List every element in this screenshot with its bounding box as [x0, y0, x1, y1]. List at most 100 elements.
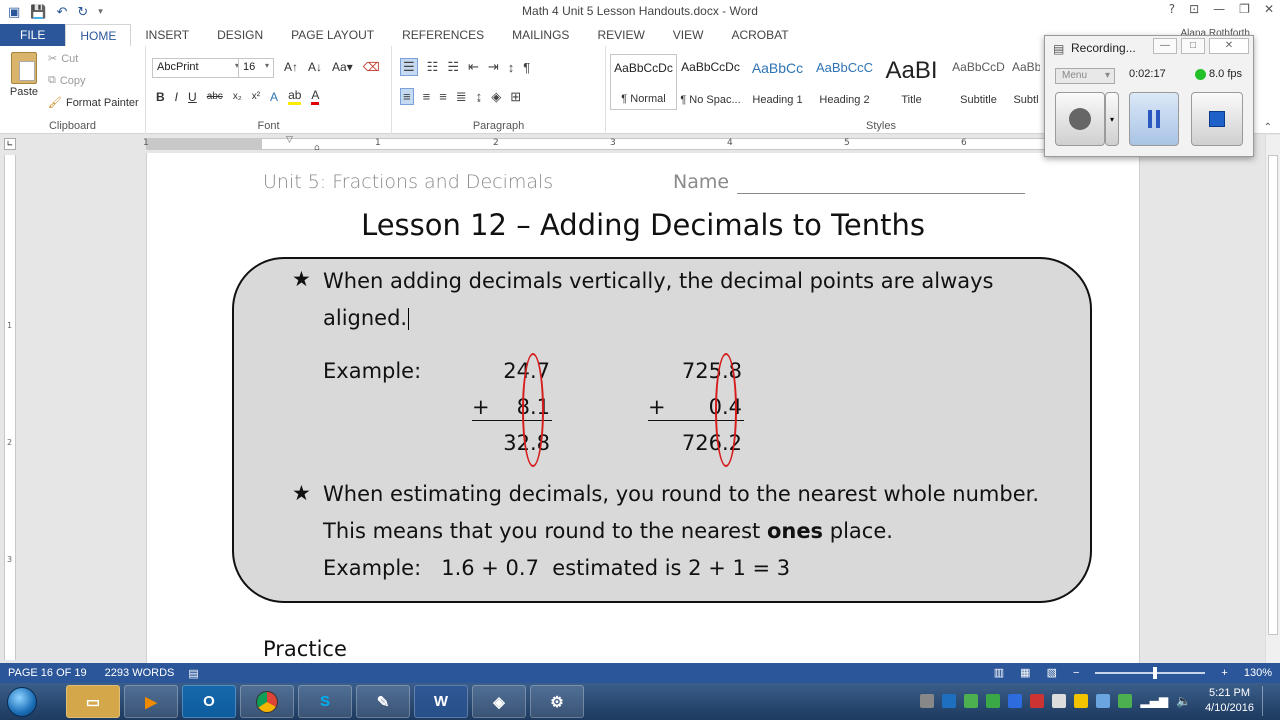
bluetooth-icon[interactable] — [1008, 694, 1023, 708]
pilcrow-icon[interactable]: ¶ — [523, 60, 530, 75]
cut-button[interactable]: ✂ Cut — [48, 52, 78, 66]
align-right-icon[interactable]: ≡ — [439, 89, 447, 104]
tray-icon[interactable] — [1118, 694, 1133, 708]
restore-icon[interactable]: ❐ — [1239, 2, 1250, 16]
tray-icon[interactable] — [942, 694, 957, 708]
zoom-level[interactable]: 130% — [1244, 667, 1272, 679]
tab-review[interactable]: REVIEW — [583, 24, 658, 46]
read-mode-icon[interactable]: ▥ — [994, 666, 1004, 679]
page-count[interactable]: PAGE 16 OF 19 — [8, 667, 87, 679]
volume-icon[interactable]: 🔈 — [1176, 694, 1191, 708]
help-icon[interactable]: ? — [1169, 2, 1175, 16]
tab-insert[interactable]: INSERT — [131, 24, 203, 46]
word-count[interactable]: 2293 WORDS — [105, 667, 175, 679]
record-button[interactable] — [1055, 92, 1105, 146]
italic-icon[interactable]: I — [175, 90, 178, 104]
document-page[interactable]: Unit 5: Fractions and Decimals Name Less… — [146, 153, 1140, 663]
tray-icon[interactable] — [1074, 694, 1089, 708]
tab-page-layout[interactable]: PAGE LAYOUT — [277, 24, 388, 46]
notepad-icon[interactable]: ✎ — [356, 685, 410, 718]
grow-font-icon[interactable]: A↑ — [284, 60, 298, 74]
increase-indent-icon[interactable]: ⇥ — [488, 59, 499, 75]
bullets-icon[interactable]: ☰ — [400, 58, 418, 76]
clock[interactable]: 5:21 PM 4/10/2016 — [1205, 686, 1254, 716]
ribbon-display-icon[interactable]: ⊡ — [1189, 2, 1199, 16]
style-heading-1[interactable]: AaBbCc Heading 1 — [744, 54, 811, 110]
skype-icon[interactable]: S — [298, 685, 352, 718]
outlook-icon[interactable]: O — [182, 685, 236, 718]
zoom-knob[interactable] — [1153, 666, 1158, 679]
highlight-icon[interactable]: ab — [288, 88, 302, 105]
zoom-out-icon[interactable]: − — [1073, 667, 1079, 679]
maximize-icon[interactable]: □ — [1181, 38, 1205, 54]
media-player-icon[interactable]: ▶ — [124, 685, 178, 718]
decrease-indent-icon[interactable]: ⇤ — [468, 59, 479, 75]
underline-icon[interactable]: U — [188, 90, 197, 104]
tray-icon[interactable] — [1096, 694, 1111, 708]
tab-references[interactable]: REFERENCES — [388, 24, 498, 46]
style-heading-2[interactable]: AaBbCcC Heading 2 — [811, 54, 878, 110]
minimize-icon[interactable]: — — [1213, 2, 1225, 16]
style-title[interactable]: AaBI Title — [878, 54, 945, 110]
change-case-icon[interactable]: Aa▾ — [332, 60, 353, 74]
record-options-button[interactable]: ▾ — [1105, 92, 1119, 146]
tray-icon[interactable] — [986, 694, 1001, 708]
collapse-ribbon-icon[interactable]: ⌃ — [1264, 122, 1272, 133]
word-taskbar-icon[interactable]: W — [414, 685, 468, 718]
scrollbar-thumb[interactable] — [1268, 155, 1278, 635]
tab-selector-icon[interactable]: ∟ — [4, 138, 16, 150]
zoom-slider[interactable] — [1095, 666, 1206, 679]
justify-icon[interactable]: ≣ — [456, 89, 467, 105]
tab-acrobat[interactable]: ACROBAT — [717, 24, 802, 46]
horizontal-ruler[interactable]: 1 1 2 3 4 5 6 ▽ ⌂ — [143, 135, 1136, 153]
borders-icon[interactable]: ⊞ — [510, 89, 521, 105]
tab-home[interactable]: HOME — [65, 24, 132, 46]
vertical-scrollbar[interactable] — [1265, 135, 1280, 663]
close-icon[interactable]: ✕ — [1209, 38, 1249, 54]
tab-file[interactable]: FILE — [0, 24, 66, 46]
style-subtitle[interactable]: AaBbCcD Subtitle — [945, 54, 1012, 110]
recorder-taskbar-icon[interactable]: ⚙ — [530, 685, 584, 718]
print-layout-icon[interactable]: ▦ — [1020, 666, 1030, 679]
tray-icon[interactable] — [1030, 694, 1045, 708]
style-normal[interactable]: AaBbCcDc ¶ Normal — [610, 54, 677, 110]
tab-design[interactable]: DESIGN — [203, 24, 277, 46]
shrink-font-icon[interactable]: A↓ — [308, 60, 322, 74]
show-desktop-button[interactable] — [1262, 686, 1272, 716]
shading-icon[interactable]: ◈ — [491, 89, 501, 105]
explorer-icon[interactable]: ▭ — [66, 685, 120, 718]
superscript-icon[interactable]: x² — [252, 91, 260, 102]
multilevel-list-icon[interactable]: ☵ — [447, 59, 459, 75]
tray-icon[interactable] — [964, 694, 979, 708]
align-left-icon[interactable]: ≡ — [400, 88, 414, 105]
capture-app-icon[interactable]: ◈ — [472, 685, 526, 718]
copy-button[interactable]: ⧉ Copy — [48, 74, 86, 87]
numbering-icon[interactable]: ☷ — [427, 59, 439, 75]
paste-button[interactable]: Paste — [6, 52, 42, 98]
tray-icon[interactable] — [1052, 694, 1067, 708]
text-effects-icon[interactable]: A — [270, 90, 278, 104]
format-painter-button[interactable]: 🖌 Format Painter — [48, 96, 139, 110]
style-no-spacing[interactable]: AaBbCcDc ¶ No Spac... — [677, 54, 744, 110]
bold-icon[interactable]: B — [156, 90, 165, 104]
minimize-icon[interactable]: — — [1153, 38, 1177, 54]
strikethrough-icon[interactable]: abc — [207, 91, 223, 102]
chrome-icon[interactable] — [240, 685, 294, 718]
align-center-icon[interactable]: ≡ — [423, 89, 431, 104]
font-color-icon[interactable]: A — [311, 88, 320, 105]
start-button[interactable] — [0, 683, 44, 720]
line-spacing-icon[interactable]: ↨ — [476, 89, 483, 104]
tab-view[interactable]: VIEW — [659, 24, 718, 46]
font-size-select[interactable]: 16 ▾ — [238, 58, 274, 78]
close-icon[interactable]: ✕ — [1264, 2, 1274, 16]
indent-marker-icon[interactable]: ▽ — [286, 135, 293, 145]
stop-button[interactable] — [1191, 92, 1243, 146]
subscript-icon[interactable]: x₂ — [233, 91, 242, 102]
tab-mailings[interactable]: MAILINGS — [498, 24, 583, 46]
proofing-icon[interactable]: ▤ — [188, 667, 198, 680]
font-name-select[interactable]: AbcPrint ▾ — [152, 58, 244, 78]
zoom-in-icon[interactable]: + — [1221, 667, 1227, 679]
pause-button[interactable] — [1129, 92, 1179, 146]
style-subtle[interactable]: AaBbCcD Subtl — [1012, 54, 1040, 110]
web-layout-icon[interactable]: ▧ — [1047, 666, 1057, 679]
